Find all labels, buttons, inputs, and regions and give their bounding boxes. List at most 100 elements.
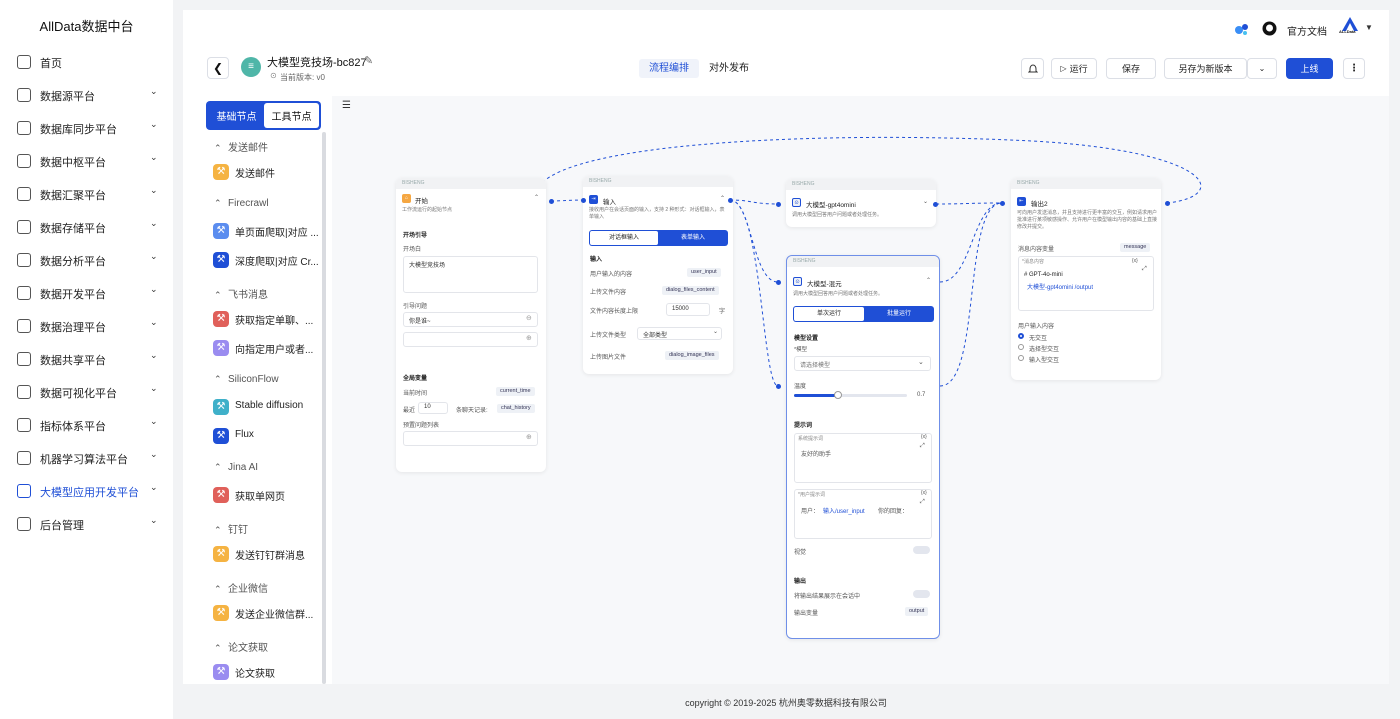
llm1-out-handle[interactable] xyxy=(933,202,938,207)
temp-slider-thumb[interactable] xyxy=(833,391,842,399)
sidebar-item[interactable]: 数据存储平台 ⌄ xyxy=(0,215,173,239)
output-out-handle[interactable] xyxy=(1165,201,1170,206)
sidebar-item[interactable]: 数据库同步平台 ⌄ xyxy=(0,116,173,140)
tab-dialog-input[interactable]: 对话框输入 xyxy=(590,231,658,245)
add-question-icon[interactable]: ⊕ xyxy=(526,334,532,342)
tool-category-header[interactable]: ⌃ 企业微信 xyxy=(214,580,268,595)
opening-textarea[interactable]: 大模型竞技场 xyxy=(403,256,538,293)
tool-category-header[interactable]: ⌃ SiliconFlow xyxy=(214,374,279,385)
output-show-toggle[interactable] xyxy=(913,590,930,598)
tab-single-run[interactable]: 单次运行 xyxy=(794,307,864,321)
expand-icon[interactable]: ⌄ xyxy=(923,198,928,205)
input-out-handle[interactable] xyxy=(728,198,733,203)
user-menu-caret-icon[interactable]: ▼ xyxy=(1365,23,1373,32)
tool-category-header[interactable]: ⌃ Firecrawl xyxy=(214,198,269,209)
sidebar-item[interactable]: 指标体系平台 ⌄ xyxy=(0,413,173,437)
tool-category-header[interactable]: ⌃ 钉钉 xyxy=(214,521,248,536)
sidebar-item[interactable]: 数据可视化平台 ⌄ xyxy=(0,380,173,404)
notification-button[interactable] xyxy=(1021,58,1044,79)
github-icon[interactable] xyxy=(1262,21,1277,36)
sidebar-item[interactable]: 数据分析平台 ⌄ xyxy=(0,248,173,272)
sidebar-item[interactable]: 首页 xyxy=(0,50,173,74)
question-input[interactable]: 你是谁~ xyxy=(403,312,538,327)
sidebar-item[interactable]: 数据开发平台 ⌄ xyxy=(0,281,173,305)
back-button[interactable]: ❮ xyxy=(207,57,229,79)
save-button[interactable]: 保存 xyxy=(1106,58,1156,79)
tool-item[interactable]: ⚒ Stable diffusion xyxy=(211,396,321,418)
collapse-icon[interactable]: ⌃ xyxy=(926,277,931,284)
tool-category-header[interactable]: ⌃ Jina AI xyxy=(214,462,258,473)
publish-button[interactable]: 上线 xyxy=(1286,58,1333,79)
remove-question-icon[interactable]: ⊖ xyxy=(526,314,532,322)
tool-item[interactable]: ⚒ Flux xyxy=(211,425,321,447)
recent-count-input[interactable]: 10 xyxy=(418,402,448,414)
node-input[interactable]: BISHENG ⇥ 输入 ⌃ 接收用户在会话页面的输入，支持 2 种形式：对话框… xyxy=(583,176,733,374)
docs-link[interactable]: 官方文档 xyxy=(1287,23,1327,38)
llm1-in-handle[interactable] xyxy=(776,202,781,207)
user-logo-icon[interactable] xyxy=(1340,15,1360,41)
sidebar-item[interactable]: 数据治理平台 ⌄ xyxy=(0,314,173,338)
expand-icon[interactable]: ⤢ xyxy=(920,499,925,506)
node-start[interactable]: BISHENG ⌂ 开始 ⌃ 工作流运行的起始节点 开场引导 开场白 大模型竞技… xyxy=(396,178,546,472)
variable-icon[interactable]: {x} xyxy=(921,434,927,440)
input-in-handle[interactable] xyxy=(581,198,586,203)
tool-item[interactable]: ⚒ 论文获取 xyxy=(211,661,321,683)
segment-basic-nodes[interactable]: 基础节点 xyxy=(209,103,264,128)
node-llm-gpt4omini[interactable]: BISHENG ⊙ 大模型-gpt4omini ⌄ 调用大模型回答用户问题或者处… xyxy=(786,179,936,227)
sidebar-item[interactable]: 数据汇聚平台 ⌄ xyxy=(0,182,173,206)
expand-icon[interactable]: ⤢ xyxy=(1142,266,1147,273)
collapse-icon[interactable]: ⌃ xyxy=(720,195,725,202)
variable-icon[interactable]: {x} xyxy=(921,490,927,496)
tool-item[interactable]: ⚒ 获取单网页 xyxy=(211,484,321,506)
edit-title-icon[interactable]: ✎ xyxy=(364,54,373,67)
panel-scrollbar[interactable] xyxy=(322,132,326,684)
start-output-handle[interactable] xyxy=(549,199,554,204)
tab-publish-external[interactable]: 对外发布 xyxy=(703,59,755,78)
sidebar-item[interactable]: 后台管理 ⌄ xyxy=(0,512,173,536)
tool-item[interactable]: ⚒ 向指定用户或者... xyxy=(211,337,321,359)
version-dropdown-button[interactable]: ⌄ xyxy=(1247,58,1277,79)
sidebar-item[interactable]: 数据中枢平台 ⌄ xyxy=(0,149,173,173)
tool-item[interactable]: ⚒ 单页面爬取|对应 ... xyxy=(211,220,321,242)
radio-no-interaction[interactable] xyxy=(1018,333,1024,339)
flow-canvas[interactable]: ☰ BISHENG ⌂ 开始 ⌃ 工作流运行的起始节点 开场引导 开场白 大模型… xyxy=(332,96,1389,684)
tool-category-header[interactable]: ⌃ 发送邮件 xyxy=(214,139,268,154)
tab-batch-run[interactable]: 批量运行 xyxy=(865,307,933,321)
segment-tool-nodes[interactable]: 工具节点 xyxy=(264,103,319,128)
sidebar-item[interactable]: 数据共享平台 ⌄ xyxy=(0,347,173,371)
radio-input-interaction[interactable] xyxy=(1018,355,1024,361)
tool-item[interactable]: ⚒ 发送钉钉群消息 xyxy=(211,543,321,565)
sidebar-item[interactable]: 机器学习算法平台 ⌄ xyxy=(0,446,173,470)
node-llm-hunyuan[interactable]: BISHENG ⊙ 大模型-混元 ⌃ 调用大模型回答用户问题或者处理任务。 单次… xyxy=(786,255,940,639)
tool-item[interactable]: ⚒ 获取指定单聊、... xyxy=(211,308,321,330)
tab-form-input[interactable]: 表单输入 xyxy=(660,231,726,245)
tab-flow-edit[interactable]: 流程编排 xyxy=(639,59,699,78)
radio-select-interaction[interactable] xyxy=(1018,344,1024,350)
sidebar-item[interactable]: 大模型应用开发平台 ⌄ xyxy=(0,479,173,503)
model-select[interactable]: 请选择模型 xyxy=(794,356,931,371)
add-question-input[interactable] xyxy=(403,332,538,347)
sidebar-item[interactable]: 数据源平台 ⌄ xyxy=(0,83,173,107)
tool-category-header[interactable]: ⌃ 飞书消息 xyxy=(214,286,268,301)
variable-icon[interactable]: {x} xyxy=(1132,258,1138,264)
llm2-in-handle[interactable] xyxy=(776,280,781,285)
limit-input[interactable]: 15000 xyxy=(666,303,710,316)
temp-slider-track[interactable] xyxy=(794,391,907,399)
save-as-version-button[interactable]: 另存为新版本 xyxy=(1164,58,1247,79)
collapse-icon[interactable]: ⌃ xyxy=(534,194,539,201)
output-in-handle[interactable] xyxy=(1000,201,1005,206)
expand-icon[interactable]: ⤢ xyxy=(920,443,925,450)
preset-input[interactable] xyxy=(403,431,538,446)
file-type-select[interactable]: 全部类型 xyxy=(637,327,722,340)
app-switch-icon[interactable] xyxy=(1234,21,1249,36)
vision-toggle[interactable] xyxy=(913,546,930,554)
add-preset-icon[interactable]: ⊕ xyxy=(526,433,532,441)
tool-item[interactable]: ⚒ 深度爬取|对应 Cr... xyxy=(211,249,321,271)
tool-item[interactable]: ⚒ 发送企业微信群... xyxy=(211,602,321,624)
node-output[interactable]: BISHENG ⇤ 输出2 可向用户发送消息，并且支持进行更丰富的交互，例如请求… xyxy=(1011,178,1161,380)
run-button[interactable]: ▷ 运行 xyxy=(1051,58,1097,79)
tool-item[interactable]: ⚒ 发送邮件 xyxy=(211,161,321,183)
more-button[interactable]: ⋮ xyxy=(1343,58,1365,79)
llm2-in-handle-2[interactable] xyxy=(776,384,781,389)
tool-category-header[interactable]: ⌃ 论文获取 xyxy=(214,639,268,654)
